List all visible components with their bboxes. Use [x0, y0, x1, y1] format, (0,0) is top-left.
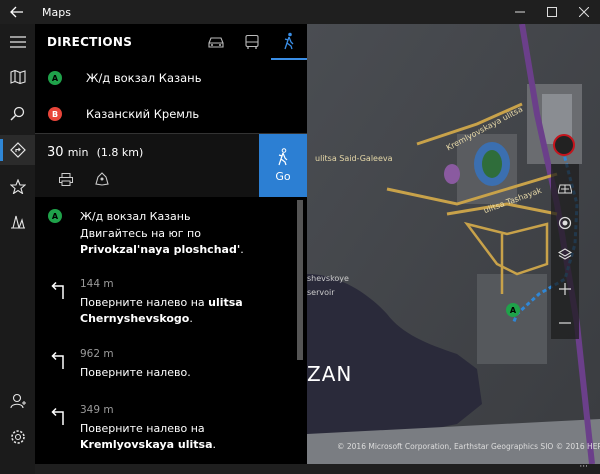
waypoint-from[interactable]: A Ж/д вокзал Казань	[35, 60, 307, 96]
turn-left-icon	[51, 281, 64, 299]
back-arrow-icon[interactable]	[0, 0, 34, 24]
car-icon[interactable]	[198, 24, 234, 60]
zoom-out-icon[interactable]	[551, 308, 579, 338]
window-title: Maps	[42, 5, 71, 19]
city-label: ZAN	[307, 362, 353, 386]
step-instruction: Поверните налево на Kremlyovskaya ulitsa…	[80, 422, 217, 451]
hamburger-menu-icon[interactable]	[0, 27, 35, 57]
turn-left-icon	[51, 407, 64, 425]
directions-header: DIRECTIONS	[35, 24, 307, 60]
locate-me-icon[interactable]	[551, 208, 579, 238]
step-instruction: Поверните налево.	[80, 366, 191, 379]
step-distance: 962 m	[80, 348, 114, 360]
layers-icon[interactable]	[551, 240, 579, 270]
cities-3d-icon[interactable]	[0, 206, 35, 236]
route-summary[interactable]: 30 min (1.8 km) Go	[35, 134, 307, 197]
bus-icon[interactable]	[234, 24, 270, 60]
turn-left-icon	[51, 351, 64, 369]
print-icon[interactable]	[57, 170, 75, 188]
waypoint-from-label: Ж/д вокзал Казань	[86, 71, 202, 85]
step-start-desc: Двигайтесь на юг по Privokzal'naya plosh…	[80, 227, 244, 256]
nav-rail	[0, 24, 35, 474]
step-start[interactable]: A Ж/д вокзал Казань Двигайтесь на юг по …	[35, 198, 297, 264]
route-time-value: 30	[47, 145, 64, 160]
map-copyright: © 2016 Microsoft Corporation, Earthstar …	[337, 442, 600, 451]
bottom-bar: ···	[35, 462, 600, 474]
directions-icon[interactable]	[0, 135, 35, 165]
step-item[interactable]: 349 m Поверните налево на Kremlyovskaya …	[35, 394, 297, 460]
waypoint-to-label: Казанский Кремль	[86, 107, 200, 121]
route-time-unit: min	[67, 146, 89, 159]
street-label: ulitsa Said-Galeeva	[315, 154, 393, 163]
step-item[interactable]: 144 m Поверните налево на ulitsa Chernys…	[35, 268, 297, 334]
step-distance: 144 m	[80, 278, 114, 290]
share-icon[interactable]	[93, 170, 111, 188]
step-a-badge: A	[48, 209, 62, 223]
zoom-in-icon[interactable]	[551, 274, 579, 304]
route-distance: (1.8 km)	[96, 146, 144, 159]
waypoint-a-badge: A	[48, 71, 62, 85]
directions-panel: DIRECTIONS A Ж/д вокзал Казань B Казанск…	[35, 24, 307, 464]
walk-icon[interactable]	[271, 24, 307, 60]
panel-title: DIRECTIONS	[47, 35, 133, 49]
map-pin-a[interactable]: A	[506, 303, 520, 317]
waypoint-b-badge: B	[48, 107, 62, 121]
search-icon[interactable]	[0, 98, 35, 128]
compass-icon[interactable]	[553, 134, 575, 156]
close-icon[interactable]	[568, 0, 600, 24]
step-instruction: Поверните налево на ulitsa Chernyshevsko…	[80, 296, 243, 325]
area-label: shevskoye	[307, 274, 349, 283]
step-start-title: Ж/д вокзал Казань	[80, 210, 191, 223]
step-distance: 349 m	[80, 404, 114, 416]
waypoint-to[interactable]: B Казанский Кремль	[35, 96, 307, 132]
title-bar: Maps	[0, 0, 600, 24]
go-label: Go	[275, 170, 291, 183]
map-toolbar	[551, 164, 579, 339]
step-list-scrollbar[interactable]	[297, 200, 303, 360]
area-label: servoir	[307, 288, 335, 297]
aerial-view-icon[interactable]	[551, 174, 579, 204]
route-time: 30 min (1.8 km)	[47, 145, 143, 160]
favorites-icon[interactable]	[0, 171, 35, 201]
more-options-icon[interactable]: ···	[579, 462, 588, 472]
map-view[interactable]: Kremlyovskaya ulitsa ulitsa Said-Galeeva…	[307, 24, 600, 464]
step-list: A Ж/д вокзал Казань Двигайтесь на юг по …	[35, 198, 307, 464]
go-button[interactable]: Go	[259, 134, 307, 197]
account-icon[interactable]	[0, 386, 35, 416]
step-item[interactable]: 962 m Поверните налево.	[35, 338, 297, 394]
settings-icon[interactable]	[0, 422, 35, 452]
walk-icon	[278, 148, 288, 166]
maximize-icon[interactable]	[536, 0, 568, 24]
minimize-icon[interactable]	[504, 0, 536, 24]
map-icon[interactable]	[0, 62, 35, 92]
